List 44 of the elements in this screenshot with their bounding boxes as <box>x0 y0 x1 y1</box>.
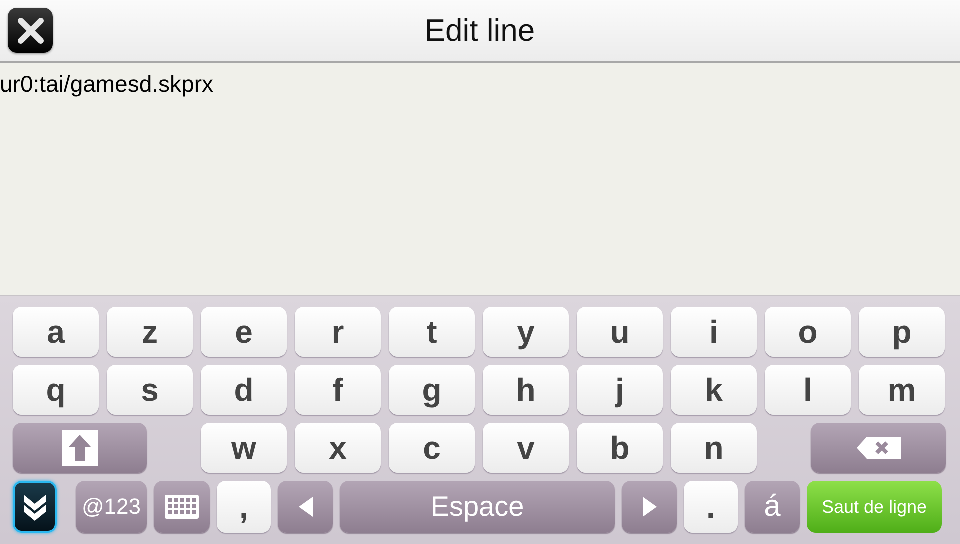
key[interactable]: y <box>483 307 569 357</box>
key[interactable]: q <box>13 365 99 415</box>
shift-key[interactable] <box>13 423 147 473</box>
text-area[interactable]: ur0:tai/gamesd.skprx <box>0 63 960 296</box>
cursor-left-key[interactable] <box>278 481 333 533</box>
key[interactable]: . <box>684 481 738 533</box>
key[interactable]: l <box>765 365 851 415</box>
key[interactable]: c <box>389 423 475 473</box>
key[interactable]: o <box>765 307 851 357</box>
key[interactable]: p <box>859 307 945 357</box>
key[interactable]: m <box>859 365 945 415</box>
key[interactable]: g <box>389 365 475 415</box>
hide-keyboard-button[interactable] <box>13 481 57 533</box>
key[interactable]: d <box>201 365 287 415</box>
cursor-right-key[interactable] <box>622 481 677 533</box>
key[interactable]: i <box>671 307 757 357</box>
key[interactable]: v <box>483 423 569 473</box>
key[interactable]: e <box>201 307 287 357</box>
key[interactable]: a <box>13 307 99 357</box>
key[interactable]: j <box>577 365 663 415</box>
key[interactable]: u <box>577 307 663 357</box>
key[interactable]: z <box>107 307 193 357</box>
key[interactable]: s <box>107 365 193 415</box>
chevrons-down-icon <box>21 492 49 522</box>
key[interactable]: k <box>671 365 757 415</box>
key[interactable]: h <box>483 365 569 415</box>
key[interactable]: n <box>671 423 757 473</box>
key[interactable]: , <box>217 481 271 533</box>
layout-key[interactable] <box>154 481 210 533</box>
backspace-icon <box>856 437 900 459</box>
keyboard-icon <box>165 495 199 519</box>
key[interactable]: t <box>389 307 475 357</box>
key[interactable]: b <box>577 423 663 473</box>
close-button[interactable] <box>8 8 53 53</box>
backspace-key[interactable] <box>811 423 946 473</box>
line-text: ur0:tai/gamesd.skprx <box>0 71 214 97</box>
key[interactable]: x <box>295 423 381 473</box>
right-triangle-icon <box>642 497 656 517</box>
key[interactable]: r <box>295 307 381 357</box>
window-title: Edit line <box>424 12 536 48</box>
left-triangle-icon <box>298 497 312 517</box>
key[interactable]: w <box>201 423 287 473</box>
key[interactable]: f <box>295 365 381 415</box>
close-icon <box>16 16 46 46</box>
